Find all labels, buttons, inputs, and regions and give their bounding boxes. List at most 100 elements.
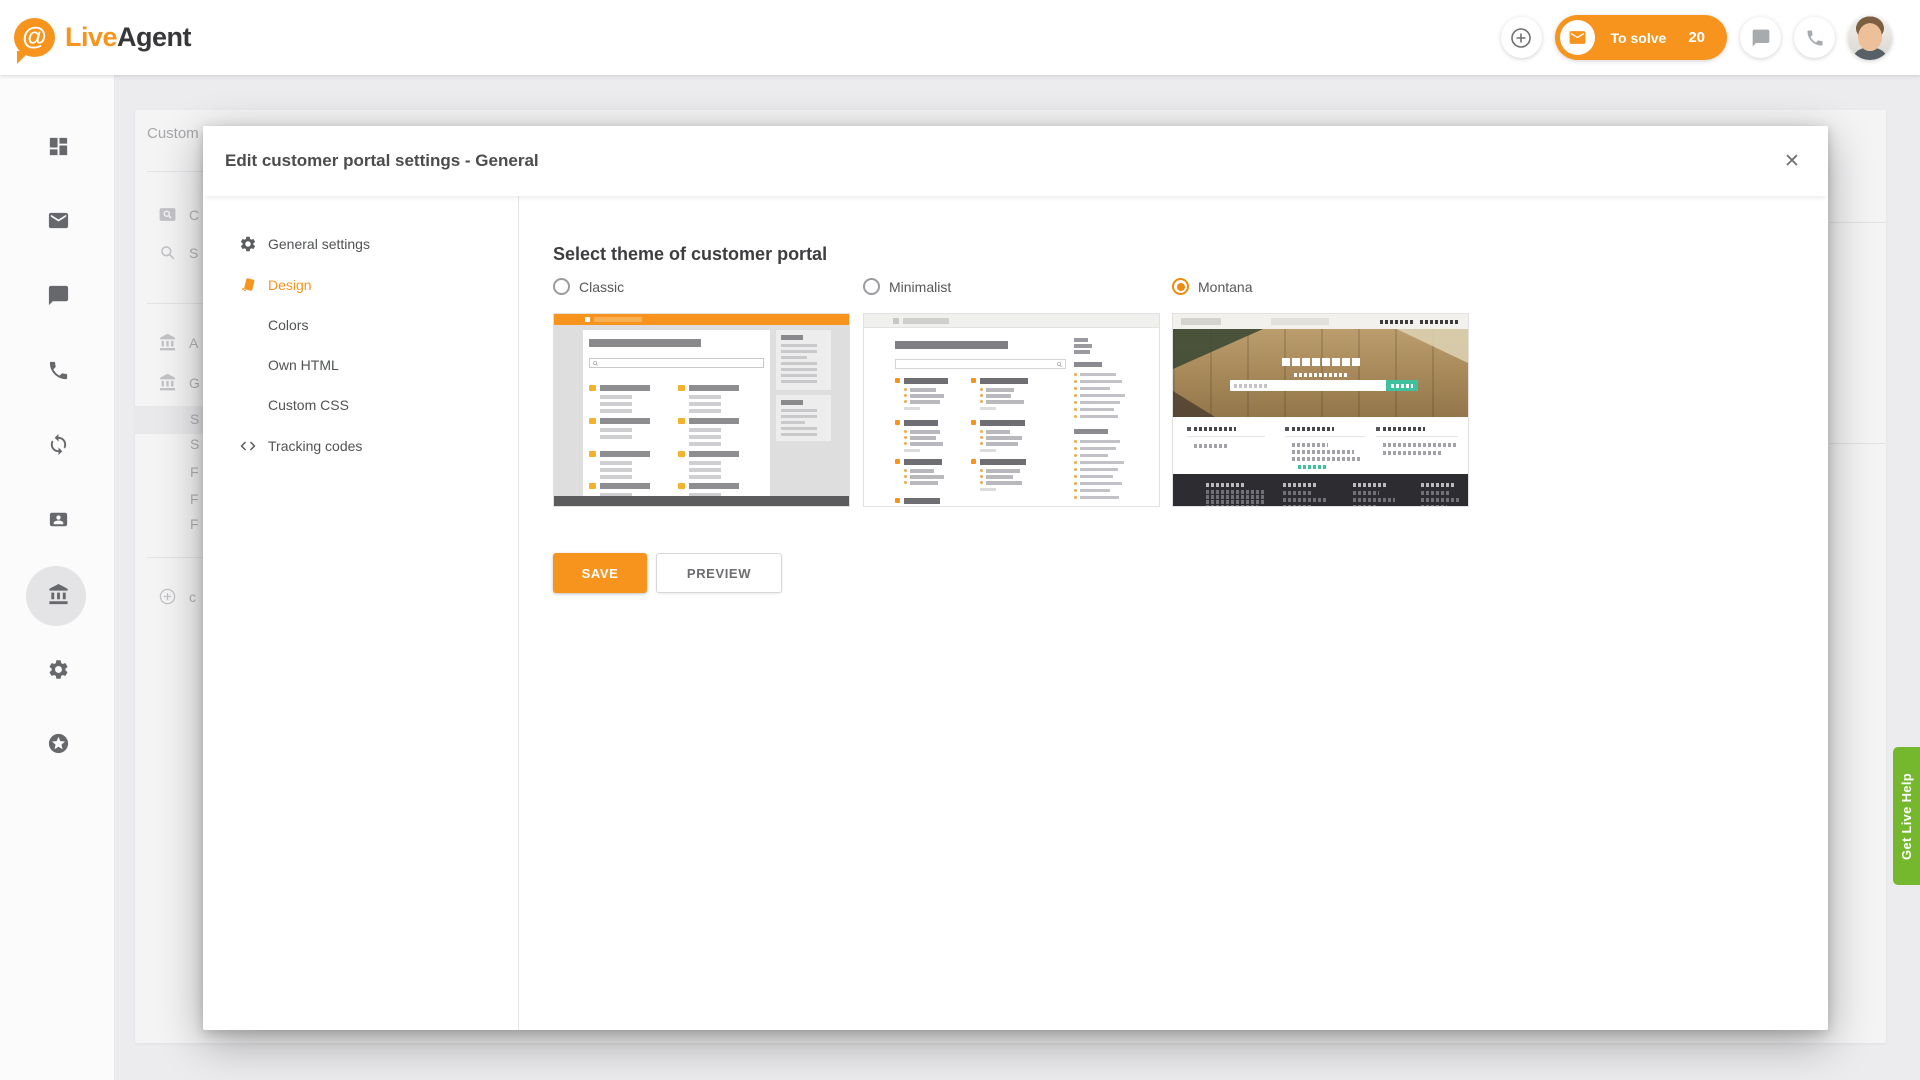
at-symbol: @ <box>22 25 46 50</box>
sync-icon <box>47 433 70 456</box>
nav-label: Design <box>268 277 312 293</box>
nav-custom-css[interactable]: Custom CSS <box>203 385 518 425</box>
user-avatar[interactable] <box>1848 16 1892 60</box>
theme-preview-minimalist[interactable] <box>863 313 1160 507</box>
radio-circle <box>1172 278 1189 295</box>
bg-row: F <box>190 516 199 532</box>
theme-preview-classic[interactable] <box>553 313 850 507</box>
app-window: @ LiveAgent To solve 20 <box>0 0 1920 1080</box>
phone-icon <box>1805 28 1825 48</box>
search-icon <box>158 243 177 262</box>
bg-row-label: F <box>190 464 199 480</box>
radio-theme-montana[interactable]: Montana <box>1172 278 1252 295</box>
bg-row-label: F <box>190 516 199 532</box>
star-badge-icon <box>47 732 70 755</box>
bank-icon <box>158 333 177 352</box>
modal-title: Edit customer portal settings - General <box>225 151 539 171</box>
sidebar-item-dashboard[interactable] <box>36 124 80 168</box>
radio-theme-classic[interactable]: Classic <box>553 278 624 295</box>
search-badge-icon <box>158 205 177 224</box>
bg-row: F <box>190 464 199 480</box>
to-solve-label: To solve <box>1611 30 1667 46</box>
radio-label: Classic <box>579 279 624 295</box>
sidebar-item-portal[interactable] <box>36 572 80 616</box>
modal-nav: General settings Design Colors Own HTML … <box>203 196 519 1030</box>
design-icon <box>239 276 268 294</box>
montana-links-section <box>1173 417 1468 474</box>
phone-icon <box>47 359 70 382</box>
radio-label: Minimalist <box>889 279 951 295</box>
topbar-actions: To solve 20 <box>1501 0 1892 75</box>
bank-icon <box>158 373 177 392</box>
bg-row-label: S <box>189 245 198 261</box>
phone-button[interactable] <box>1794 17 1835 58</box>
nav-colors[interactable]: Colors <box>203 305 518 345</box>
code-icon <box>239 437 268 455</box>
close-button[interactable]: ✕ <box>1776 145 1808 177</box>
bg-row: C <box>158 205 199 224</box>
sidebar-item-mail[interactable] <box>36 198 80 242</box>
brand-live: Live <box>65 22 117 52</box>
montana-footer <box>1173 474 1468 507</box>
theme-preview-montana[interactable] <box>1172 313 1469 507</box>
nav-design[interactable]: Design <box>203 264 518 305</box>
bg-row-label: c <box>189 589 196 605</box>
montana-search-button <box>1386 380 1418 391</box>
bank-portal-icon <box>47 583 70 606</box>
radio-theme-minimalist[interactable]: Minimalist <box>863 278 951 295</box>
nav-general-settings[interactable]: General settings <box>203 223 518 264</box>
action-buttons: SAVE PREVIEW <box>553 553 782 593</box>
top-bar: @ LiveAgent To solve 20 <box>0 0 1920 75</box>
minimalist-header-bar <box>864 314 1159 328</box>
radio-label: Montana <box>1198 279 1252 295</box>
save-button[interactable]: SAVE <box>553 553 647 593</box>
envelope-circle <box>1560 20 1595 55</box>
nav-label: General settings <box>268 236 370 252</box>
bg-row: c <box>158 587 196 606</box>
mail-icon <box>47 209 70 232</box>
add-button[interactable] <box>1501 17 1542 58</box>
sidebar-item-settings[interactable] <box>36 647 80 691</box>
sidebar-item-chat[interactable] <box>36 273 80 317</box>
bg-row-label: S <box>190 411 199 427</box>
minimalist-search <box>895 359 1066 369</box>
sidebar-item-badges[interactable] <box>36 721 80 765</box>
montana-hero <box>1173 329 1468 417</box>
nav-label: Own HTML <box>268 357 339 373</box>
to-solve-count: 20 <box>1688 29 1705 46</box>
background-page-title: Custom <box>147 125 199 142</box>
chat-icon <box>47 284 70 307</box>
logo-bubble-icon: @ <box>14 18 55 57</box>
chat-button[interactable] <box>1740 17 1781 58</box>
preview-button[interactable]: PREVIEW <box>656 553 782 593</box>
classic-footer-bar <box>554 496 849 506</box>
sidebar-item-calls[interactable] <box>36 348 80 392</box>
sidebar-item-contacts[interactable] <box>36 497 80 541</box>
modal-body: General settings Design Colors Own HTML … <box>203 196 1828 1030</box>
sidebar-item-automation[interactable] <box>36 422 80 466</box>
brand-agent: Agent <box>117 22 191 52</box>
nav-own-html[interactable]: Own HTML <box>203 345 518 385</box>
chat-icon <box>1751 28 1771 48</box>
modal-content: Select theme of customer portal Classic … <box>519 196 1828 1030</box>
plus-icon <box>1509 26 1533 50</box>
main-sidebar <box>0 75 115 1080</box>
theme-section-heading: Select theme of customer portal <box>553 244 827 265</box>
minimalist-title-bar <box>895 341 1008 349</box>
nav-label: Colors <box>268 317 308 333</box>
bg-row-label: G <box>189 375 200 391</box>
divider <box>1830 222 1886 223</box>
montana-search <box>1230 380 1418 391</box>
bg-row-label: S <box>190 436 199 452</box>
divider <box>1830 443 1886 444</box>
radio-circle <box>553 278 570 295</box>
nav-tracking-codes[interactable]: Tracking codes <box>203 425 518 466</box>
bg-row-label: F <box>190 491 199 507</box>
help-tab-label: Get Live Help <box>1899 773 1914 860</box>
bg-row: S <box>190 436 199 452</box>
to-solve-badge[interactable]: To solve 20 <box>1555 15 1727 60</box>
liveagent-logo[interactable]: @ LiveAgent <box>14 18 191 57</box>
nav-label: Custom CSS <box>268 397 349 413</box>
get-live-help-tab[interactable]: Get Live Help <box>1893 747 1920 885</box>
classic-body <box>554 325 849 496</box>
